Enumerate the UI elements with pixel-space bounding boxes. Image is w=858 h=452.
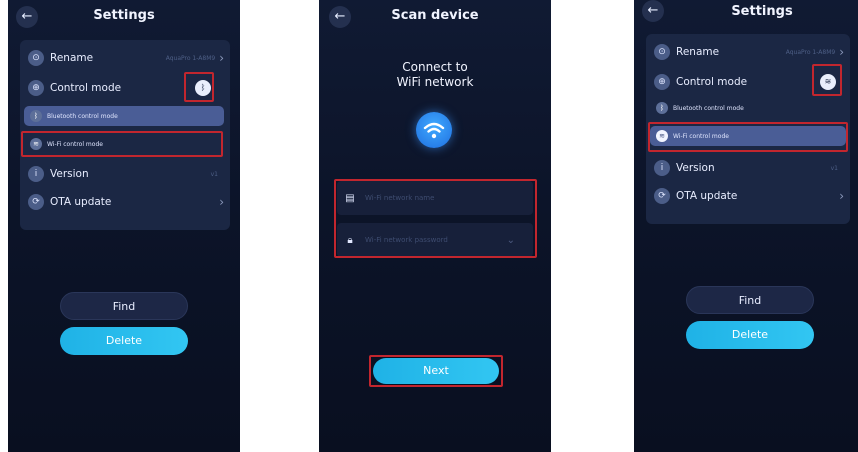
- control-mode-label: Control mode: [676, 76, 748, 88]
- bluetooth-control-mode-option[interactable]: ᛒ Bluetooth control mode: [24, 106, 224, 126]
- version-value: v1: [830, 164, 838, 172]
- chevron-right-icon: ›: [839, 189, 844, 203]
- heading-line-2: WiFi network: [396, 75, 474, 89]
- bluetooth-mode-label: Bluetooth control mode: [673, 104, 744, 112]
- rename-icon: ⊙: [654, 44, 670, 60]
- ota-icon: ⟳: [28, 194, 44, 210]
- back-button[interactable]: ←: [642, 0, 664, 22]
- find-button[interactable]: Find: [686, 286, 814, 314]
- rename-value: AquaPro 1-A8M9: [785, 48, 836, 56]
- settings-screen-bluetooth: ← Settings ⊙ Rename AquaPro 1-A8M9 › ⊕ C…: [8, 0, 240, 452]
- info-icon: i: [654, 160, 670, 176]
- heading-line-1: Connect to: [402, 60, 468, 74]
- bluetooth-control-mode-option[interactable]: ᛒ Bluetooth control mode: [650, 98, 846, 118]
- version-label: Version: [676, 162, 715, 174]
- ota-update-row[interactable]: ⟳ OTA update ›: [20, 188, 230, 216]
- version-row: i Version v1: [646, 154, 850, 182]
- control-mode-label: Control mode: [50, 82, 122, 94]
- rename-icon: ⊙: [28, 50, 44, 66]
- arrow-left-icon: ←: [647, 3, 659, 18]
- version-value: v1: [210, 170, 218, 178]
- rename-value: AquaPro 1-A8M9: [165, 54, 216, 62]
- ota-label: OTA update: [676, 190, 738, 202]
- chevron-right-icon: ›: [219, 51, 224, 65]
- highlight-wifi-option: [648, 122, 848, 152]
- page-title: Settings: [731, 4, 793, 19]
- page-title: Settings: [93, 8, 155, 23]
- page-title: Scan device: [391, 8, 479, 23]
- ota-icon: ⟳: [654, 188, 670, 204]
- wifi-icon: [416, 112, 452, 148]
- version-label: Version: [50, 168, 89, 180]
- delete-button[interactable]: Delete: [686, 321, 814, 349]
- chevron-right-icon: ›: [839, 45, 844, 59]
- highlight-mode-indicator: [812, 64, 842, 96]
- highlight-wifi-fields: [334, 179, 537, 258]
- info-icon: i: [28, 166, 44, 182]
- delete-button[interactable]: Delete: [60, 327, 188, 355]
- highlight-next-button: [369, 355, 503, 387]
- highlight-wifi-option: [21, 131, 223, 157]
- bluetooth-mode-label: Bluetooth control mode: [47, 112, 118, 120]
- scan-device-screen: ← Scan device Connect to WiFi network ▤ …: [319, 0, 551, 452]
- chevron-right-icon: ›: [219, 195, 224, 209]
- rename-label: Rename: [50, 52, 94, 64]
- control-mode-icon: ⊕: [28, 80, 44, 96]
- bluetooth-icon: ᛒ: [656, 102, 668, 114]
- bluetooth-icon: ᛒ: [30, 110, 42, 122]
- highlight-mode-indicator: [184, 72, 214, 102]
- control-mode-icon: ⊕: [654, 74, 670, 90]
- version-row: i Version v1: [20, 160, 230, 188]
- settings-screen-wifi: ← Settings ⊙ Rename AquaPro 1-A8M9 › ⊕ C…: [634, 0, 858, 452]
- ota-label: OTA update: [50, 196, 112, 208]
- rename-row[interactable]: ⊙ Rename AquaPro 1-A8M9 ›: [20, 44, 230, 72]
- rename-label: Rename: [676, 46, 720, 58]
- connect-heading: Connect to WiFi network: [319, 60, 551, 90]
- find-button[interactable]: Find: [60, 292, 188, 320]
- ota-update-row[interactable]: ⟳ OTA update ›: [646, 182, 850, 210]
- rename-row[interactable]: ⊙ Rename AquaPro 1-A8M9 ›: [646, 38, 850, 66]
